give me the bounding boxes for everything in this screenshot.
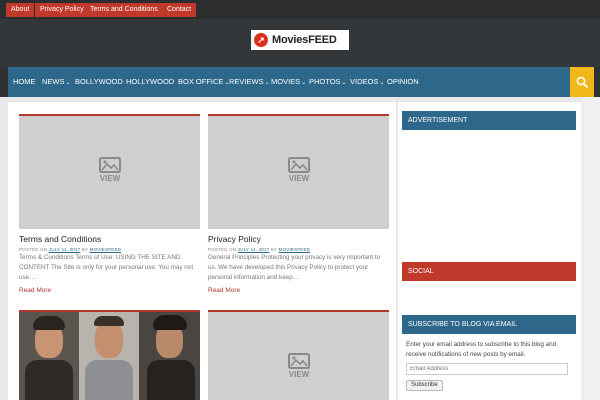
person-torso [25, 360, 73, 400]
top-link-contact[interactable]: Contact [162, 3, 197, 17]
meta-prefix: POSTED ON [208, 247, 237, 252]
nav-item-bollywood[interactable]: BOLLYWOOD [75, 67, 123, 97]
logo-arrow-icon: ↗ [254, 33, 268, 47]
meta-by: BY [270, 247, 278, 252]
person-hair [153, 315, 187, 330]
nav-item-box-office[interactable]: BOX OFFICE⌄ [178, 67, 229, 97]
top-link-terms-and-conditions[interactable]: Terms and Conditions [85, 3, 163, 17]
nav-item-label: BOLLYWOOD [75, 77, 123, 86]
post-title-link[interactable]: Privacy Policy [208, 234, 261, 244]
email-address-input[interactable] [406, 363, 568, 375]
post-thumbnail-placeholder[interactable]: VIEW [19, 114, 200, 229]
main-nav: HOME NEWS⌄ BOLLYWOOD HOLLYWOOD BOX OFFIC… [8, 67, 592, 97]
post-date-link[interactable]: JULY 11, 2017 [238, 247, 270, 252]
advertisement-widget-title: ADVERTISEMENT [402, 111, 576, 130]
subscribe-description: Enter your email address to subscribe to… [406, 341, 557, 358]
post-meta: POSTED ON JULY 11, 2017 BY MOVIESFEED [208, 247, 310, 252]
person-torso [85, 360, 133, 400]
post-author-link[interactable]: MOVIESFEED [279, 247, 311, 252]
post-date-link[interactable]: JULY 11, 2017 [49, 247, 81, 252]
read-more-link[interactable]: Read More [19, 287, 51, 294]
top-link-about[interactable]: About [6, 3, 35, 17]
subscribe-button[interactable]: Subscribe [406, 380, 443, 391]
nav-item-videos[interactable]: VIDEOS⌄ [350, 67, 384, 97]
chevron-down-icon: ⌄ [65, 80, 71, 86]
social-widget-body [402, 281, 576, 303]
nav-item-label: VIDEOS [350, 77, 379, 86]
nav-item-hollywood[interactable]: HOLLYWOOD [126, 67, 174, 97]
top-bar: About Privacy Policy Terms and Condition… [0, 0, 600, 19]
site-header: ↗ MoviesFEED [0, 19, 600, 67]
post-excerpt: General Principles Protecting your priva… [208, 254, 381, 281]
post-thumbnail-placeholder[interactable]: VIEW [208, 310, 389, 400]
chevron-down-icon: ⌄ [379, 80, 385, 86]
post-thumbnail-placeholder[interactable]: VIEW [208, 114, 389, 229]
post-author-link[interactable]: MOVIESFEED [90, 247, 122, 252]
chevron-down-icon: ⌄ [341, 80, 347, 86]
search-button[interactable] [570, 67, 594, 97]
nav-item-label: HOME [13, 77, 36, 86]
chevron-down-icon: ⌄ [301, 80, 307, 86]
read-more-link[interactable]: Read More [208, 287, 240, 294]
placeholder-label: VIEW [99, 174, 121, 183]
nav-item-opinion[interactable]: OPINION [387, 67, 419, 97]
person-hair [94, 316, 124, 326]
chevron-down-icon: ⌄ [264, 80, 270, 86]
nav-item-label: OPINION [387, 77, 419, 86]
meta-prefix: POSTED ON [19, 247, 48, 252]
meta-by: BY [81, 247, 89, 252]
nav-item-label: REVIEWS [229, 77, 264, 86]
person-torso [147, 360, 195, 400]
post-title-link[interactable]: Terms and Conditions [19, 234, 101, 244]
nav-item-label: PHOTOS [309, 77, 341, 86]
person-hair [33, 316, 65, 330]
nav-item-home[interactable]: HOME [13, 67, 36, 97]
post-thumbnail-photo[interactable] [19, 310, 200, 400]
nav-item-news[interactable]: NEWS⌄ [42, 67, 71, 97]
nav-item-label: BOX OFFICE [178, 77, 224, 86]
placeholder-label: VIEW [288, 370, 310, 379]
search-icon [576, 76, 588, 88]
site-logo[interactable]: ↗ MoviesFEED [251, 30, 349, 50]
subscribe-widget-title: SUBSCRIBE TO BLOG VIA EMAIL [402, 315, 576, 334]
nav-item-photos[interactable]: PHOTOS⌄ [309, 67, 347, 97]
social-widget-title: SOCIAL [402, 262, 576, 281]
nav-item-label: NEWS [42, 77, 65, 86]
post-meta: POSTED ON JULY 11, 2017 BY MOVIESFEED [19, 247, 121, 252]
right-gutter [581, 97, 600, 400]
nav-item-label: MOVIES [271, 77, 301, 86]
placeholder-label: VIEW [288, 174, 310, 183]
nav-item-label: HOLLYWOOD [126, 77, 175, 86]
nav-item-movies[interactable]: MOVIES⌄ [271, 67, 306, 97]
advertisement-slot [402, 130, 576, 250]
top-link-privacy-policy[interactable]: Privacy Policy [35, 3, 89, 17]
logo-text: MoviesFEED [272, 34, 337, 46]
nav-item-reviews[interactable]: REVIEWS⌄ [229, 67, 270, 97]
post-excerpt: Terms & Conditions Terms of Use: USING T… [19, 254, 194, 281]
